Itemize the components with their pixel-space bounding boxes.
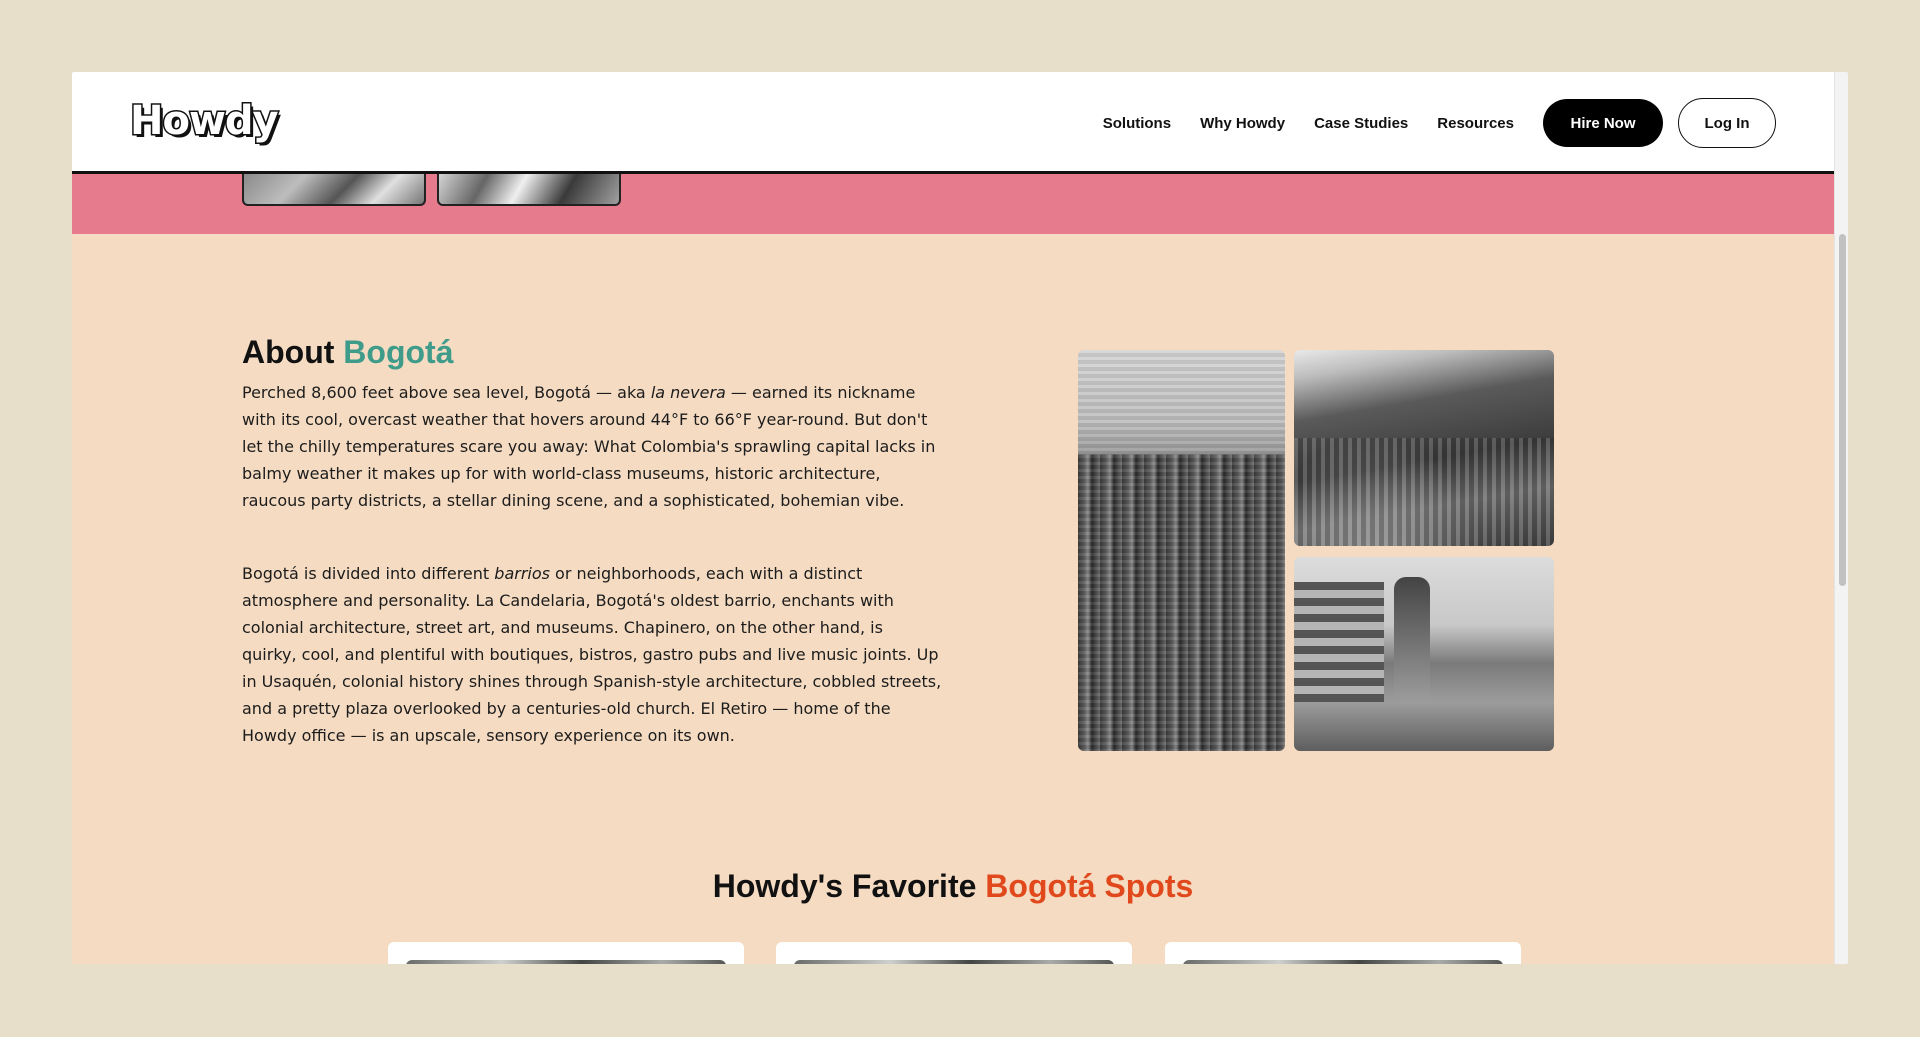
nav-links: Solutions Why Howdy Case Studies Resourc… [1103,98,1776,148]
favorites-heading-prefix: Howdy's Favorite [712,868,986,904]
city-skyline-photo [1078,350,1285,751]
about-heading-prefix: About [242,334,344,370]
spot-card-image [1183,960,1503,964]
para2-text-a: Bogotá is divided into different [242,564,495,583]
spot-card[interactable] [776,942,1132,964]
spot-card-image [406,960,726,964]
howdy-logo[interactable]: Howdy [129,97,281,146]
gallery-thumbnail[interactable] [437,174,621,206]
browser-window: Howdy Solutions Why Howdy Case Studies R… [72,72,1848,964]
favorites-heading: Howdy's Favorite Bogotá Spots [72,868,1834,905]
para1-text-a: Perched 8,600 feet above sea level, Bogo… [242,383,651,402]
hire-now-button[interactable]: Hire Now [1543,99,1663,147]
vertical-scrollbar[interactable] [1834,72,1848,964]
nav-link-case-studies[interactable]: Case Studies [1314,115,1408,132]
para2-text-b: or neighborhoods, each with a distinct a… [242,564,942,745]
spot-card[interactable] [1165,942,1521,964]
favorites-heading-accent: Bogotá Spots [985,868,1194,904]
navbar: Howdy Solutions Why Howdy Case Studies R… [72,72,1834,174]
scrollbar-thumb[interactable] [1839,234,1846,586]
nav-link-resources[interactable]: Resources [1437,115,1514,132]
mountain-city-photo [1294,350,1554,546]
about-heading-accent: Bogotá [343,334,454,370]
page-content: Howdy Solutions Why Howdy Case Studies R… [72,72,1834,964]
para1-text-b: — earned its nickname with its cool, ove… [242,383,936,510]
about-heading: About Bogotá [242,334,454,371]
about-paragraph-1: Perched 8,600 feet above sea level, Bogo… [242,379,942,514]
spot-card[interactable] [388,942,744,964]
about-paragraph-2: Bogotá is divided into different barrios… [242,560,942,749]
nav-link-solutions[interactable]: Solutions [1103,115,1171,132]
spot-card-image [794,960,1114,964]
para2-emphasis: barrios [494,564,550,583]
nav-link-why-howdy[interactable]: Why Howdy [1200,115,1285,132]
street-cathedral-photo [1294,557,1554,751]
log-in-button[interactable]: Log In [1678,98,1776,148]
para1-emphasis: la nevera [650,383,726,402]
gallery-thumbnail[interactable] [242,174,426,206]
